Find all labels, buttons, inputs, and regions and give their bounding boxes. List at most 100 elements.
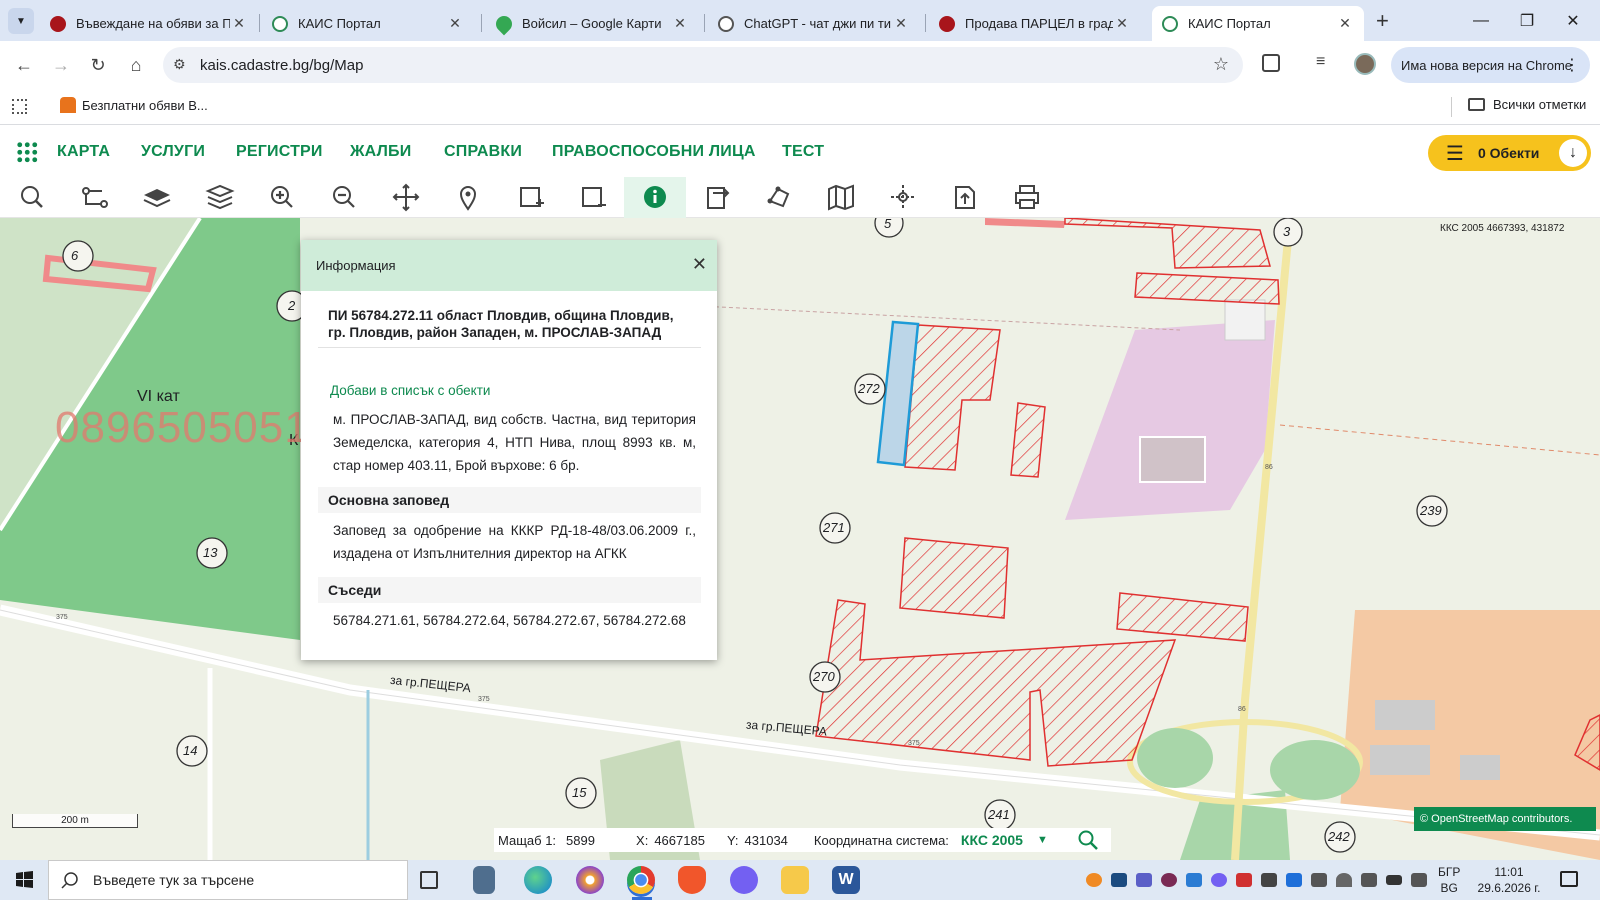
home-button[interactable]: ⌂ bbox=[120, 49, 152, 81]
network-icon[interactable] bbox=[1311, 873, 1327, 887]
browser-tab-active[interactable]: КАИС Портал ✕ bbox=[1152, 6, 1364, 41]
wifi-icon[interactable] bbox=[1336, 873, 1352, 887]
tab-search-button[interactable]: ▼ bbox=[8, 8, 34, 34]
zoom-in-icon[interactable] bbox=[251, 177, 313, 218]
upload-icon[interactable] bbox=[934, 177, 996, 218]
crs-dropdown-icon[interactable]: ▼ bbox=[1037, 834, 1048, 846]
battery-icon[interactable] bbox=[1386, 875, 1402, 885]
tab-close-icon[interactable]: ✕ bbox=[892, 15, 910, 32]
site-info-icon[interactable]: ⚙ bbox=[173, 56, 186, 73]
tab-close-icon[interactable]: ✕ bbox=[1336, 15, 1354, 32]
nav-pravosposobni-lica[interactable]: ПРАВОСПОСОБНИ ЛИЦА bbox=[552, 143, 756, 161]
search-coordinates-icon[interactable] bbox=[1076, 829, 1100, 851]
tab-close-icon[interactable]: ✕ bbox=[446, 15, 464, 32]
new-tab-button[interactable]: + bbox=[1376, 8, 1389, 34]
display-icon[interactable] bbox=[1411, 873, 1427, 887]
back-button[interactable]: ← bbox=[8, 49, 40, 81]
search-icon[interactable] bbox=[1, 177, 63, 218]
browser-tab[interactable]: Войсил – Google Карти ✕ bbox=[486, 6, 699, 41]
clock[interactable]: 11:01 29.6.2026 г. bbox=[1474, 864, 1544, 896]
chrome-icon[interactable] bbox=[627, 866, 655, 894]
media-controls-icon[interactable]: ≡ bbox=[1316, 53, 1325, 71]
tray-app-icon[interactable] bbox=[1111, 873, 1127, 887]
tray-app-icon[interactable] bbox=[1086, 873, 1102, 887]
nav-zhalbi[interactable]: ЖАЛБИ bbox=[350, 143, 411, 161]
measure-icon[interactable] bbox=[64, 177, 126, 218]
browser-tab[interactable]: ChatGPT - чат джи пи ти ✕ bbox=[708, 6, 920, 41]
tab-close-icon[interactable]: ✕ bbox=[1113, 15, 1131, 32]
layers-icon[interactable] bbox=[189, 177, 251, 218]
tray-app-icon[interactable] bbox=[1186, 873, 1202, 887]
word-icon[interactable]: W bbox=[832, 866, 860, 894]
all-bookmarks-button[interactable]: Всички отметки bbox=[1468, 97, 1586, 112]
notifications-icon[interactable] bbox=[1560, 871, 1578, 887]
browser-tab[interactable]: КАИС Портал ✕ bbox=[262, 6, 474, 41]
forward-button[interactable]: → bbox=[45, 49, 77, 81]
info-icon[interactable] bbox=[624, 177, 686, 218]
layers-flat-icon[interactable] bbox=[126, 177, 188, 218]
task-view-icon[interactable] bbox=[420, 871, 438, 889]
browser-tab[interactable]: Въвеждане на обяви за П ✕ bbox=[40, 6, 258, 41]
deselect-rectangle-icon[interactable] bbox=[561, 177, 623, 218]
print-icon[interactable] bbox=[996, 177, 1058, 218]
export-icon[interactable] bbox=[686, 177, 748, 218]
clock-time: 11:01 bbox=[1494, 865, 1524, 879]
nav-spravki[interactable]: СПРАВКИ bbox=[444, 143, 522, 161]
browser-tab[interactable]: Продава ПАРЦЕЛ в град ✕ bbox=[929, 6, 1141, 41]
volume-icon[interactable] bbox=[1361, 873, 1377, 887]
apps-menu-icon[interactable] bbox=[16, 141, 38, 163]
menu-dots-icon[interactable]: ⋮ bbox=[1564, 55, 1580, 75]
map-canvas[interactable] bbox=[0, 218, 1600, 860]
calculator-icon[interactable] bbox=[473, 866, 495, 894]
brave-icon[interactable] bbox=[678, 866, 706, 894]
profile-avatar[interactable] bbox=[1354, 53, 1376, 75]
taskbar-search[interactable]: Въведете тук за търсене bbox=[48, 860, 408, 900]
close-window-button[interactable]: ✕ bbox=[1550, 0, 1596, 41]
parcel-details: м. ПРОСЛАВ-ЗАПАД, вид собств. Частна, ви… bbox=[333, 412, 696, 473]
download-arrow-icon[interactable]: ↓ bbox=[1559, 139, 1587, 167]
nav-registri[interactable]: РЕГИСТРИ bbox=[236, 143, 323, 161]
windows-taskbar: Въведете тук за търсене W БГР BG 11:01 2… bbox=[0, 860, 1600, 900]
file-explorer-icon[interactable] bbox=[781, 866, 809, 894]
crs-select[interactable]: ККС 2005 bbox=[961, 832, 1023, 848]
restore-button[interactable]: ❐ bbox=[1504, 0, 1550, 41]
chrome-update-button[interactable]: Има нова версия на Chrome ⋮ bbox=[1391, 47, 1590, 83]
language-indicator[interactable]: БГР BG bbox=[1438, 864, 1460, 896]
objects-button[interactable]: ☰ 0 Обекти ↓ bbox=[1428, 135, 1591, 171]
speaker-icon[interactable] bbox=[1236, 873, 1252, 887]
close-icon[interactable]: ✕ bbox=[692, 254, 707, 275]
tab-close-icon[interactable]: ✕ bbox=[230, 15, 248, 32]
location-pin-icon[interactable] bbox=[437, 177, 499, 218]
teams-icon[interactable] bbox=[1136, 873, 1152, 887]
nav-uslugi[interactable]: УСЛУГИ bbox=[141, 143, 205, 161]
address-bar[interactable]: ⚙ kais.cadastre.bg/bg/Map ☆ bbox=[163, 47, 1243, 83]
minimize-button[interactable]: — bbox=[1458, 0, 1504, 41]
security-icon[interactable] bbox=[1261, 873, 1277, 887]
cadastral-map[interactable]: 6 2 13 14 15 5 3 272 271 270 239 241 242… bbox=[0, 218, 1600, 860]
polygon-tool-icon[interactable] bbox=[748, 177, 810, 218]
nav-test[interactable]: ТЕСТ bbox=[782, 143, 824, 161]
extensions-icon[interactable] bbox=[1262, 54, 1280, 72]
bookmark-star-icon[interactable]: ☆ bbox=[1213, 54, 1229, 75]
add-to-list-link[interactable]: Добави в списък с обекти bbox=[330, 383, 490, 398]
viber-icon[interactable] bbox=[730, 866, 758, 894]
windows-start-icon[interactable] bbox=[0, 860, 48, 900]
nav-karta[interactable]: КАРТА bbox=[57, 143, 110, 161]
search-icon bbox=[61, 872, 78, 889]
viber-tray-icon[interactable] bbox=[1211, 873, 1227, 887]
osm-attribution[interactable]: © OpenStreetMap contributors. bbox=[1414, 807, 1596, 831]
tab-close-icon[interactable]: ✕ bbox=[671, 15, 689, 32]
bluetooth-icon[interactable] bbox=[1286, 873, 1302, 887]
pan-icon[interactable] bbox=[375, 177, 437, 218]
tray-app-icon[interactable] bbox=[1161, 873, 1177, 887]
browser-icon[interactable] bbox=[576, 866, 604, 894]
select-rectangle-icon[interactable] bbox=[499, 177, 561, 218]
reload-button[interactable]: ↻ bbox=[82, 49, 114, 81]
coordinates-icon[interactable] bbox=[872, 177, 934, 218]
edge-icon[interactable] bbox=[524, 866, 552, 894]
map-icon[interactable] bbox=[810, 177, 872, 218]
scale-value[interactable]: 5899 bbox=[566, 833, 626, 848]
zoom-out-icon[interactable] bbox=[313, 177, 375, 218]
bookmark-item[interactable]: Безплатни обяви В... bbox=[60, 97, 208, 113]
apps-grid-icon[interactable] bbox=[12, 99, 27, 114]
